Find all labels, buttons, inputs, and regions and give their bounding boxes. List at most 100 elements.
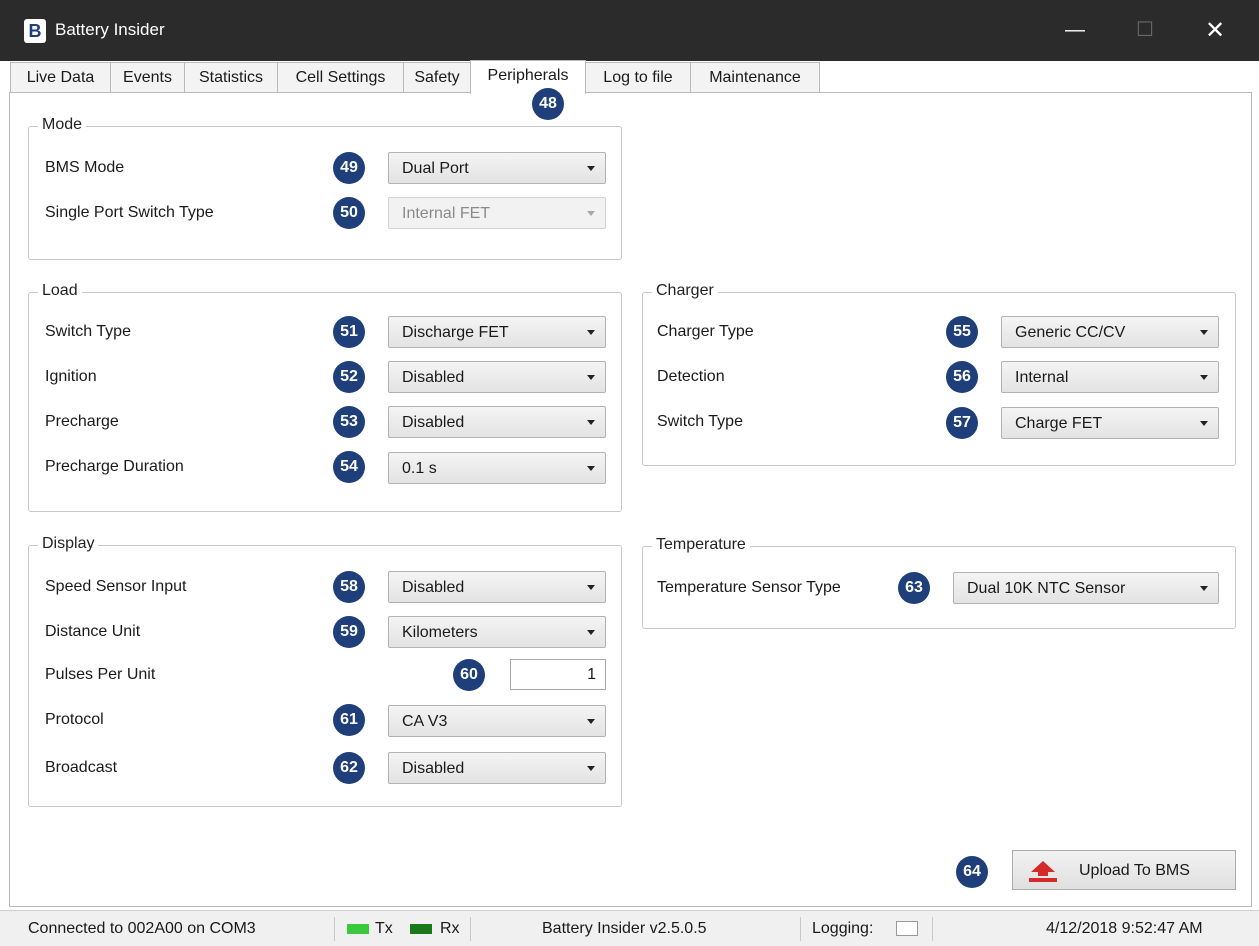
charger-switch-type-dropdown[interactable]: Charge FET [1001, 407, 1219, 439]
maximize-button[interactable]: ☐ [1110, 0, 1180, 61]
callout-badge: 57 [946, 407, 978, 439]
callout-badge: 62 [333, 752, 365, 784]
mode-group: Mode [28, 116, 622, 260]
pulses-per-unit-field[interactable] [510, 659, 606, 690]
broadcast-dropdown[interactable]: Disabled [388, 752, 606, 784]
app-version: Battery Insider v2.5.0.5 [542, 920, 707, 937]
upload-button-label: Upload To BMS [1079, 862, 1190, 879]
charger-switch-type-label: Switch Type [657, 413, 743, 430]
tx-led-icon [347, 924, 369, 934]
chevron-down-icon [587, 211, 595, 216]
status-divider [932, 917, 933, 941]
status-divider [334, 917, 335, 941]
bms-mode-label: BMS Mode [45, 159, 125, 176]
tab-live-data[interactable]: Live Data [10, 62, 111, 92]
distance-unit-label: Distance Unit [45, 623, 141, 640]
load-switch-type-label: Switch Type [45, 323, 131, 340]
ignition-value: Disabled [402, 369, 465, 386]
precharge-duration-dropdown[interactable]: 0.1 s [388, 452, 606, 484]
tab-safety[interactable]: Safety [403, 62, 471, 92]
callout-badge: 54 [333, 451, 365, 483]
callout-badge: 48 [532, 88, 564, 120]
pulses-per-unit-label: Pulses Per Unit [45, 666, 156, 683]
detection-label: Detection [657, 368, 725, 385]
detection-dropdown[interactable]: Internal [1001, 361, 1219, 393]
distance-unit-dropdown[interactable]: Kilometers [388, 616, 606, 648]
chevron-down-icon [587, 630, 595, 635]
status-datetime: 4/12/2018 9:52:47 AM [1046, 920, 1203, 937]
callout-badge: 49 [333, 152, 365, 184]
tab-log-to-file[interactable]: Log to file [585, 62, 691, 92]
speed-sensor-label: Speed Sensor Input [45, 578, 187, 595]
chevron-down-icon [1200, 330, 1208, 335]
tx-label: Tx [375, 920, 393, 937]
callout-badge: 51 [333, 316, 365, 348]
chevron-down-icon [587, 330, 595, 335]
broadcast-label: Broadcast [45, 759, 118, 776]
chevron-down-icon [587, 766, 595, 771]
chevron-down-icon [587, 466, 595, 471]
temperature-sensor-dropdown[interactable]: Dual 10K NTC Sensor [953, 572, 1219, 604]
callout-badge: 63 [898, 572, 930, 604]
callout-badge: 58 [333, 571, 365, 603]
close-button[interactable]: ✕ [1180, 0, 1250, 61]
upload-icon [1029, 861, 1057, 882]
charger-switch-type-value: Charge FET [1015, 415, 1103, 432]
chevron-down-icon [587, 585, 595, 590]
status-divider [470, 917, 471, 941]
temperature-sensor-label: Temperature Sensor Type [657, 579, 841, 596]
chevron-down-icon [587, 719, 595, 724]
precharge-value: Disabled [402, 414, 465, 431]
upload-to-bms-button[interactable]: Upload To BMS [1012, 850, 1236, 890]
tab-events[interactable]: Events [110, 62, 185, 92]
callout-badge: 53 [333, 406, 365, 438]
bms-mode-dropdown[interactable]: Dual Port [388, 152, 606, 184]
callout-badge: 60 [453, 659, 485, 691]
ignition-label: Ignition [45, 368, 97, 385]
chevron-down-icon [1200, 375, 1208, 380]
app-logo-icon: B [24, 19, 46, 43]
mode-group-title: Mode [38, 116, 87, 134]
charger-type-label: Charger Type [657, 323, 754, 340]
load-switch-type-dropdown[interactable]: Discharge FET [388, 316, 606, 348]
tab-maintenance[interactable]: Maintenance [690, 62, 820, 92]
precharge-duration-value: 0.1 s [402, 460, 437, 477]
tab-statistics[interactable]: Statistics [184, 62, 278, 92]
single-port-switch-dropdown: Internal FET [388, 197, 606, 229]
minimize-button[interactable]: — [1040, 0, 1110, 61]
precharge-label: Precharge [45, 413, 119, 430]
connection-status: Connected to 002A00 on COM3 [28, 920, 256, 937]
chevron-down-icon [587, 166, 595, 171]
title-bar: B Battery Insider — ☐ ✕ [0, 0, 1259, 61]
ignition-dropdown[interactable]: Disabled [388, 361, 606, 393]
precharge-dropdown[interactable]: Disabled [388, 406, 606, 438]
pulses-per-unit-input[interactable] [511, 660, 605, 689]
single-port-switch-value: Internal FET [402, 205, 491, 222]
app-window: B Battery Insider — ☐ ✕ Live Data Events… [0, 0, 1259, 946]
charger-type-value: Generic CC/CV [1015, 324, 1126, 341]
temperature-sensor-value: Dual 10K NTC Sensor [967, 580, 1126, 597]
callout-badge: 64 [956, 856, 988, 888]
chevron-down-icon [587, 375, 595, 380]
tab-peripherals[interactable]: Peripherals [470, 60, 586, 94]
single-port-switch-label: Single Port Switch Type [45, 204, 214, 221]
status-divider [800, 917, 801, 941]
display-group-title: Display [38, 535, 99, 553]
protocol-dropdown[interactable]: CA V3 [388, 705, 606, 737]
protocol-label: Protocol [45, 711, 104, 728]
chevron-down-icon [1200, 421, 1208, 426]
chevron-down-icon [587, 420, 595, 425]
distance-unit-value: Kilometers [402, 624, 478, 641]
tab-cell-settings[interactable]: Cell Settings [277, 62, 404, 92]
precharge-duration-label: Precharge Duration [45, 458, 184, 475]
charger-type-dropdown[interactable]: Generic CC/CV [1001, 316, 1219, 348]
callout-badge: 56 [946, 361, 978, 393]
bms-mode-value: Dual Port [402, 160, 469, 177]
speed-sensor-dropdown[interactable]: Disabled [388, 571, 606, 603]
callout-badge: 55 [946, 316, 978, 348]
status-bar: Connected to 002A00 on COM3 Tx Rx Batter… [0, 910, 1259, 946]
window-title: Battery Insider [55, 20, 165, 39]
detection-value: Internal [1015, 369, 1069, 386]
callout-badge: 61 [333, 704, 365, 736]
protocol-value: CA V3 [402, 713, 448, 730]
